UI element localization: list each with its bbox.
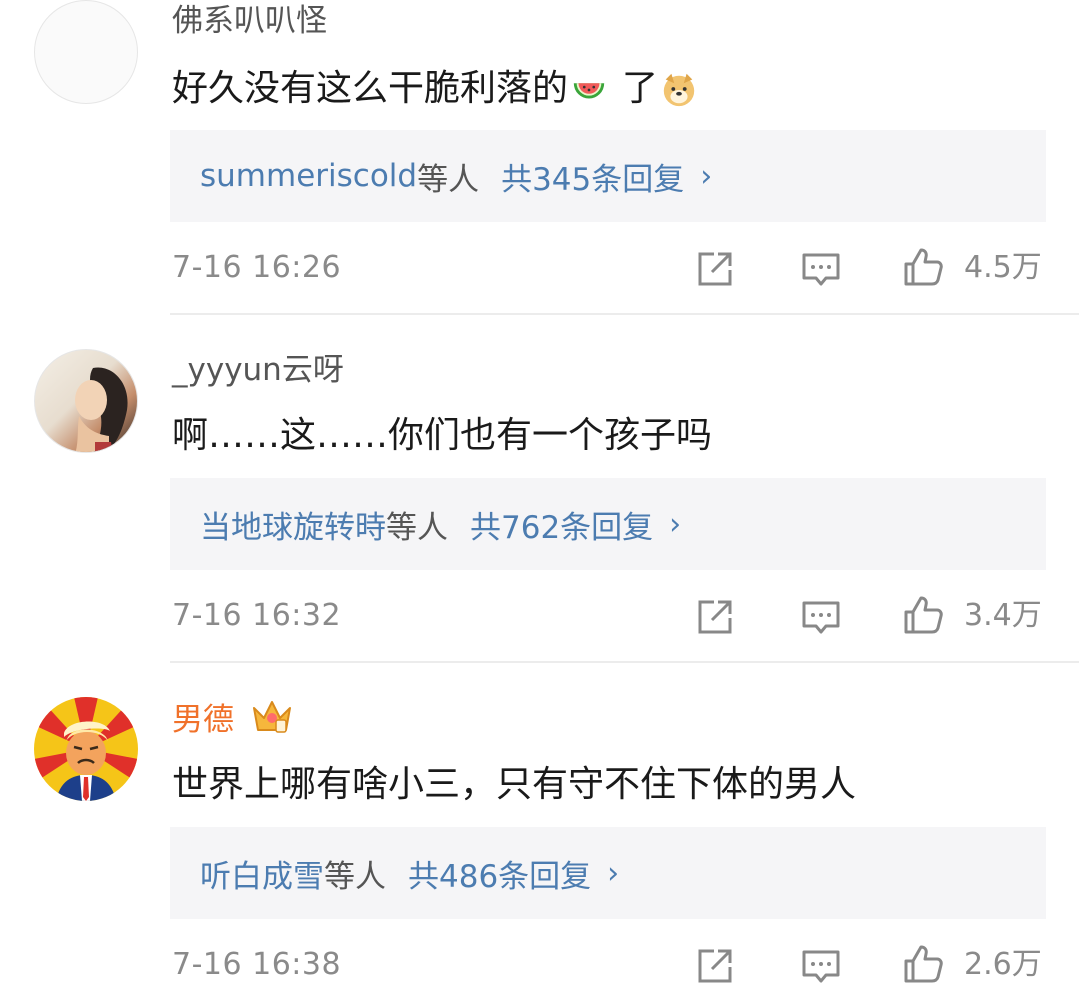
comment-text: 世界上哪有啥小三，只有守不住下体的男人 bbox=[172, 764, 857, 805]
timestamp: 7-16 16:26 bbox=[172, 250, 342, 285]
doge-emoji bbox=[663, 73, 695, 107]
username[interactable]: _yyyun云呀 bbox=[172, 355, 344, 386]
like-count: 2.6万 bbox=[964, 947, 1042, 982]
reply-count[interactable]: 共345条回复 bbox=[501, 154, 684, 199]
reply-count[interactable]: 共762条回复 bbox=[470, 502, 653, 547]
reply-users[interactable]: 听白成雪 bbox=[200, 851, 324, 896]
comment-icon[interactable] bbox=[800, 945, 842, 987]
username[interactable]: 佛系叭叭怪 bbox=[172, 6, 327, 37]
thumbs-up-icon[interactable] bbox=[902, 246, 944, 288]
thumbs-up-icon[interactable] bbox=[902, 594, 944, 636]
share-icon[interactable] bbox=[694, 945, 736, 987]
comment-icon[interactable] bbox=[800, 248, 842, 290]
comment-text: 啊……这……你们也有一个孩子吗 bbox=[172, 415, 713, 456]
avatar[interactable] bbox=[34, 697, 138, 801]
divider bbox=[170, 313, 1079, 315]
reply-summary[interactable]: 当地球旋转時 等人 共762条回复 › bbox=[170, 478, 1046, 570]
reply-summary[interactable]: 听白成雪 等人 共486条回复 › bbox=[170, 827, 1046, 919]
reply-count[interactable]: 共486条回复 bbox=[408, 851, 591, 896]
crown-vip-icon bbox=[253, 701, 291, 733]
avatar[interactable] bbox=[34, 0, 138, 104]
timestamp: 7-16 16:32 bbox=[172, 598, 342, 633]
chevron-right-icon: › bbox=[607, 855, 620, 891]
comment-icon[interactable] bbox=[800, 596, 842, 638]
watermelon-emoji bbox=[573, 83, 605, 99]
reply-users[interactable]: 当地球旋转時 bbox=[200, 502, 386, 547]
reply-users[interactable]: summeriscold bbox=[200, 158, 417, 194]
like-count: 4.5万 bbox=[964, 250, 1042, 285]
like-count: 3.4万 bbox=[964, 598, 1042, 633]
timestamp: 7-16 16:38 bbox=[172, 947, 342, 982]
chevron-right-icon: › bbox=[700, 158, 713, 194]
avatar[interactable] bbox=[34, 349, 138, 453]
comment-text: 好久没有这么干脆利落的 了 bbox=[172, 70, 698, 108]
reply-summary[interactable]: summeriscold 等人 共345条回复 › bbox=[170, 130, 1046, 222]
share-icon[interactable] bbox=[694, 596, 736, 638]
chevron-right-icon: › bbox=[669, 506, 682, 542]
username[interactable]: 男德 bbox=[172, 705, 234, 736]
thumbs-up-icon[interactable] bbox=[902, 943, 944, 985]
share-icon[interactable] bbox=[694, 248, 736, 290]
divider bbox=[170, 661, 1079, 663]
